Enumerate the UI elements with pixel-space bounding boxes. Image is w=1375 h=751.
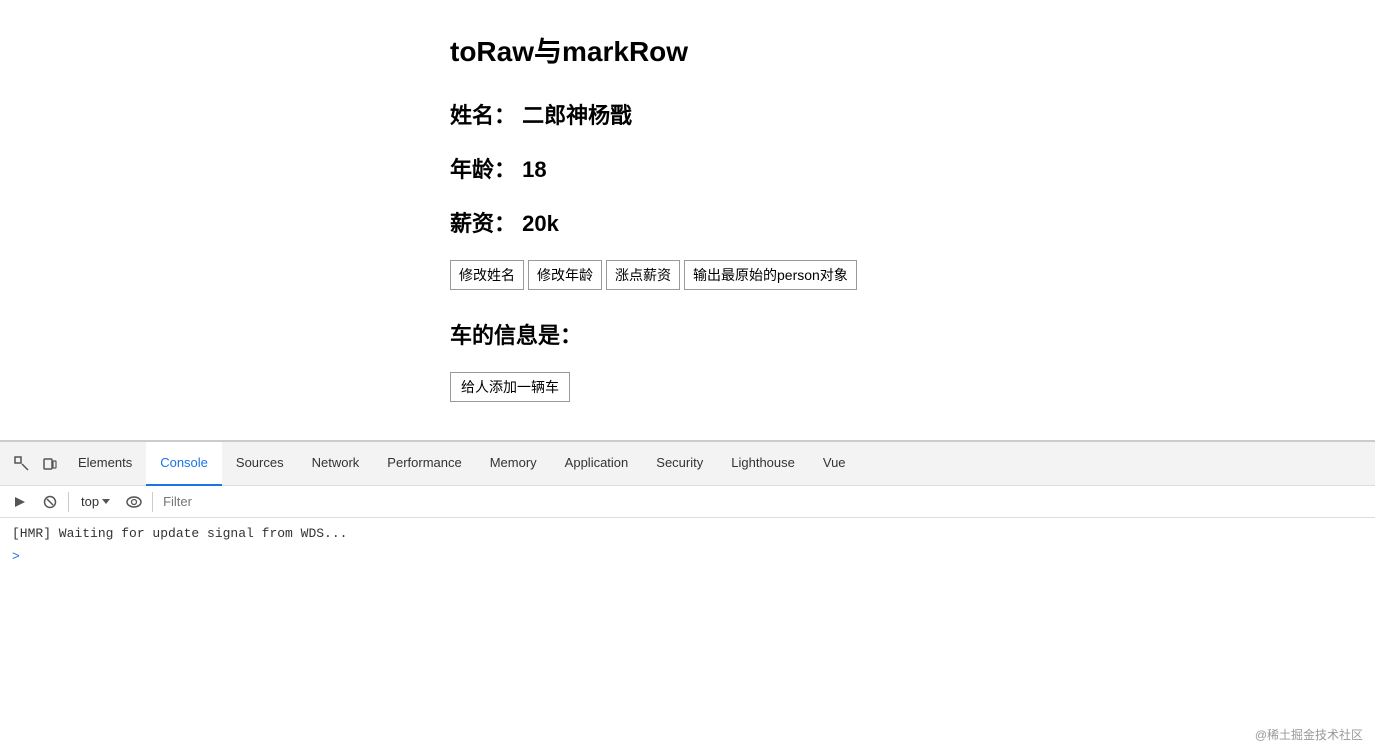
car-section-title: 车的信息是：	[450, 318, 1375, 350]
tab-sources[interactable]: Sources	[222, 442, 298, 486]
name-value: 二郎神杨戬	[522, 103, 632, 128]
salary-label: 薪资：	[450, 211, 516, 236]
toolbar-separator-2	[152, 492, 153, 512]
execute-script-icon[interactable]	[8, 490, 32, 514]
name-row: 姓名： 二郎神杨戬	[450, 98, 1375, 130]
tab-lighthouse[interactable]: Lighthouse	[717, 442, 809, 486]
tab-performance[interactable]: Performance	[373, 442, 475, 486]
action-buttons: 修改姓名 修改年龄 涨点薪资 输出最原始的person对象	[450, 260, 1375, 290]
chevron-down-icon	[102, 499, 110, 504]
name-label: 姓名：	[450, 103, 516, 128]
devtools-panel: Elements Console Sources Network Perform…	[0, 440, 1375, 751]
change-age-button[interactable]: 修改年龄	[528, 260, 602, 290]
age-label: 年龄：	[450, 157, 516, 182]
tab-console[interactable]: Console	[146, 442, 222, 486]
filter-input[interactable]	[159, 494, 1367, 509]
console-output: [HMR] Waiting for update signal from WDS…	[0, 518, 1375, 751]
tab-memory[interactable]: Memory	[476, 442, 551, 486]
console-prompt[interactable]: >	[8, 547, 1367, 566]
inspect-element-icon[interactable]	[8, 450, 36, 478]
age-row: 年龄： 18	[450, 152, 1375, 184]
change-name-button[interactable]: 修改姓名	[450, 260, 524, 290]
context-selector[interactable]: top	[75, 492, 116, 511]
console-toolbar: top	[0, 486, 1375, 518]
console-line-hmr: [HMR] Waiting for update signal from WDS…	[8, 522, 1367, 547]
page-title: toRaw与markRow	[450, 30, 1375, 70]
device-toolbar-icon[interactable]	[36, 450, 64, 478]
devtools-tab-bar: Elements Console Sources Network Perform…	[0, 442, 1375, 486]
live-expressions-icon[interactable]	[122, 490, 146, 514]
tab-network[interactable]: Network	[298, 442, 374, 486]
raise-salary-button[interactable]: 涨点薪资	[606, 260, 680, 290]
main-content: toRaw与markRow 姓名： 二郎神杨戬 年龄： 18 薪资： 20k 修…	[0, 0, 1375, 440]
salary-value: 20k	[522, 211, 559, 236]
add-car-button[interactable]: 给人添加一辆车	[450, 372, 570, 402]
watermark: @稀土掘金技术社区	[1255, 726, 1363, 743]
age-value: 18	[522, 157, 546, 182]
tab-vue[interactable]: Vue	[809, 442, 860, 486]
output-raw-button[interactable]: 输出最原始的person对象	[684, 260, 857, 290]
tab-application[interactable]: Application	[551, 442, 643, 486]
toolbar-separator	[68, 492, 69, 512]
tab-security[interactable]: Security	[642, 442, 717, 486]
clear-console-icon[interactable]	[38, 490, 62, 514]
salary-row: 薪资： 20k	[450, 206, 1375, 238]
tab-elements[interactable]: Elements	[64, 442, 146, 486]
